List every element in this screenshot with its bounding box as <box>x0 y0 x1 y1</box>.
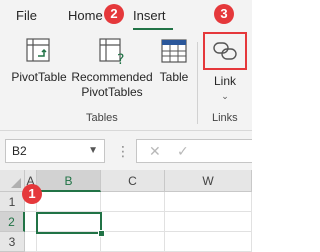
column-header-b[interactable]: B <box>37 170 101 192</box>
recommended-label-line1: Recommended <box>71 70 153 84</box>
tab-file[interactable]: File <box>16 8 37 23</box>
worksheet-grid: A B C W 1 2 3 1 <box>0 170 252 252</box>
tab-home[interactable]: Home <box>68 8 103 23</box>
pivottable-label: PivotTable <box>11 70 67 84</box>
cell-b3[interactable] <box>37 232 101 252</box>
cell-c2[interactable] <box>101 212 165 232</box>
row-header-3[interactable]: 3 <box>0 232 25 252</box>
cell-c1[interactable] <box>101 192 165 212</box>
formula-row: B2 ▼ ⋮ ✕ ✓ <box>0 130 252 171</box>
svg-text:?: ? <box>117 52 124 66</box>
fill-handle[interactable] <box>98 230 105 237</box>
link-label: Link <box>213 74 236 88</box>
cell-b1[interactable] <box>37 192 101 212</box>
tab-insert[interactable]: Insert <box>133 8 166 23</box>
pivottable-button[interactable]: PivotTable <box>8 36 70 85</box>
link-highlight-box <box>203 32 247 70</box>
table-label: Table <box>159 70 189 84</box>
formula-bar-controls: ✕ ✓ <box>136 139 252 163</box>
cell-w1[interactable] <box>165 192 252 212</box>
table-icon <box>161 39 187 63</box>
recommended-label-line2: PivotTables <box>81 85 143 99</box>
name-box-value: B2 <box>12 144 27 158</box>
group-separator <box>197 42 198 124</box>
cell-a3[interactable] <box>25 232 37 252</box>
recommended-pivottables-button[interactable]: ? Recommended PivotTables <box>68 36 156 100</box>
name-box[interactable]: B2 ▼ <box>5 139 105 163</box>
link-dropdown-icon[interactable]: ⌄ <box>202 89 248 104</box>
select-all-corner[interactable] <box>0 170 25 192</box>
recommended-pivottables-icon: ? <box>99 38 124 66</box>
cell-c3[interactable] <box>101 232 165 252</box>
step-badge-2: 2 <box>104 4 124 24</box>
column-header-c[interactable]: C <box>101 170 165 192</box>
ribbon: File Home Insert 2 3 PivotTable ? Recomm… <box>0 0 252 130</box>
step-badge-1: 1 <box>22 184 42 204</box>
confirm-icon[interactable]: ✓ <box>177 143 189 160</box>
step-badge-3: 3 <box>214 4 234 24</box>
pivottable-icon <box>26 38 50 62</box>
cell-w3[interactable] <box>165 232 252 252</box>
name-box-dropdown-icon[interactable]: ▼ <box>88 140 98 162</box>
row-header-2[interactable]: 2 <box>0 212 25 232</box>
active-tab-indicator <box>133 28 173 30</box>
table-button[interactable]: Table <box>156 36 192 85</box>
select-all-triangle-icon <box>11 178 21 188</box>
group-label-tables: Tables <box>86 112 118 124</box>
vertical-dots-icon: ⋮ <box>116 143 131 159</box>
active-cell-outline <box>36 212 102 234</box>
cancel-icon[interactable]: ✕ <box>149 143 161 160</box>
group-label-links: Links <box>212 112 238 124</box>
column-header-w[interactable]: W <box>165 170 252 192</box>
cell-w2[interactable] <box>165 212 252 232</box>
